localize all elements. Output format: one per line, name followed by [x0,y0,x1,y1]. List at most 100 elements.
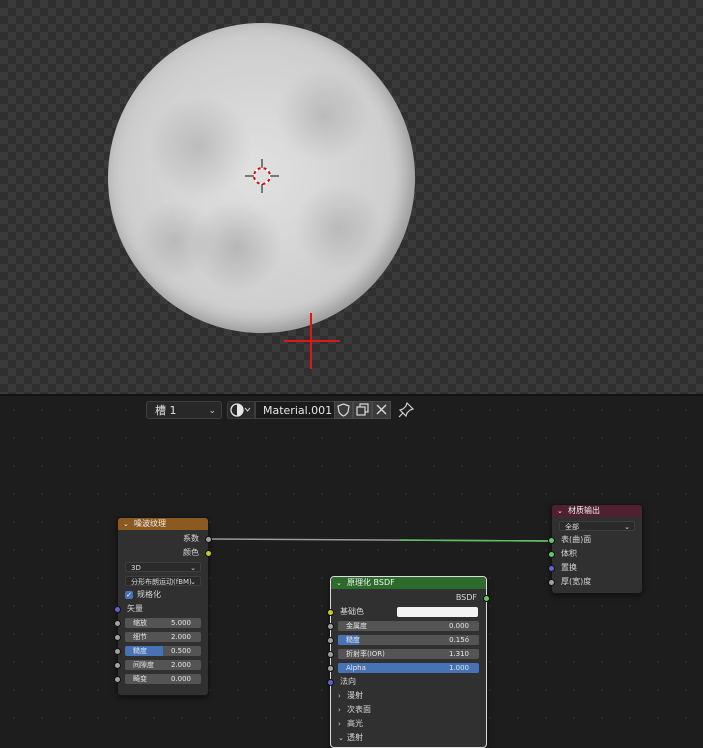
output-socket[interactable] [483,595,490,602]
subpanel-label: 高光 [347,719,363,728]
distortion-field[interactable]: 畸变 0.000 [125,674,201,684]
dropdown-value: 3D [131,564,141,572]
field-label: 细节 [133,633,147,641]
node-header[interactable]: ⌄ 噪波纹理 [118,518,208,530]
field-value: 1.310 [448,650,469,658]
material-browse-button[interactable] [227,401,255,419]
input-socket[interactable] [327,665,334,672]
socket-label: 系数 [183,534,199,543]
dimension-row: 3D ⌄ [118,560,208,574]
input-displacement: 置换 [548,561,642,575]
socket-label: 矢量 [127,604,143,613]
noise-type-dropdown[interactable]: 分形布朗运动(fBM) ⌄ [125,576,201,586]
input-socket[interactable] [114,634,121,641]
field-label: 折射率(IOR) [346,650,385,658]
roughness-field[interactable]: 糙度 0.15ó [338,635,479,645]
socket-label: BSDF [455,593,477,602]
subpanel-transmission[interactable]: ⌄ 透射 [331,731,486,745]
normalize-row[interactable]: ✓ 规格化 [118,588,208,602]
pin-button[interactable] [397,401,415,419]
input-roughness: 糙度 0.15ó [327,633,486,647]
output-bsdf: BSDF [331,591,490,605]
socket-label: 基础色 [340,607,364,616]
input-socket[interactable] [327,609,334,616]
field-value: 0.000 [170,675,191,683]
field-value: 2.000 [170,633,191,641]
subpanel-diffuse[interactable]: › 漫射 [331,689,486,703]
normalize-checkbox[interactable]: ✓ [125,591,133,599]
socket-label: 置换 [561,563,577,572]
chevron-down-icon: ⌄ [190,564,196,572]
unlink-material-button[interactable] [372,401,391,419]
input-socket[interactable] [114,648,121,655]
subpanel-subsurface[interactable]: › 次表面 [331,703,486,717]
base-color-swatch[interactable] [397,607,478,617]
input-base-color: 基础色 [327,605,486,619]
material-output-node[interactable]: ⌄ 材质输出 全部 ⌄ 表(曲)面 体积 置换 厚(宽)度 [548,504,643,594]
subpanel-specular[interactable]: › 高光 [331,717,486,731]
principled-bsdf-node[interactable]: ⌄ 原理化 BSDF BSDF 基础色 金属度 0.000 糙度 0.15ó 折射率… [327,576,490,748]
fake-user-button[interactable] [334,401,353,419]
input-socket[interactable] [548,537,555,544]
output-socket[interactable] [205,550,212,557]
field-value: 0.000 [448,622,469,630]
collapse-arrow-icon[interactable]: ⌄ [123,518,129,530]
shield-icon [337,403,350,417]
target-row: 全部 ⌄ [552,519,642,533]
field-label: 糙度 [133,647,147,655]
noise-type-row: 分形布朗运动(fBM) ⌄ [118,574,208,588]
input-socket[interactable] [114,676,121,683]
dropdown-value: 分形布朗运动(fBM) [131,578,192,586]
node-header[interactable]: ⌄ 材质输出 [552,505,642,517]
input-socket[interactable] [114,606,121,613]
input-socket[interactable] [327,623,334,630]
chevron-down-icon: ⌄ [208,406,216,416]
dimension-dropdown[interactable]: 3D ⌄ [125,562,201,572]
node-title: 原理化 BSDF [347,578,395,587]
roughness-field[interactable]: 糙度 0.500 [125,646,201,656]
ior-field[interactable]: 折射率(IOR) 1.310 [338,649,479,659]
input-socket[interactable] [327,651,334,658]
metallic-field[interactable]: 金属度 0.000 [338,621,479,631]
material-slot-dropdown[interactable]: 槽 1 ⌄ [146,401,222,419]
output-fac: 系数 [118,532,212,546]
alpha-field[interactable]: Alpha 1.000 [338,663,479,673]
input-socket[interactable] [327,637,334,644]
target-dropdown[interactable]: 全部 ⌄ [559,521,635,531]
duplicate-material-button[interactable] [353,401,372,419]
input-socket[interactable] [548,579,555,586]
field-value: 0.15ó [449,636,469,644]
field-label: 缩放 [133,619,147,627]
material-sphere-icon [230,403,251,417]
3d-viewport[interactable] [0,0,703,394]
collapse-arrow-icon[interactable]: ⌄ [336,577,342,589]
input-socket[interactable] [548,551,555,558]
detail-field[interactable]: 细节 2.000 [125,632,201,642]
node-title: 材质输出 [568,506,600,515]
input-ior: 折射率(IOR) 1.310 [327,647,486,661]
input-socket[interactable] [548,565,555,572]
collapse-arrow-icon[interactable]: ⌄ [557,505,563,517]
field-label: 畸变 [133,675,147,683]
socket-label: 体积 [561,549,577,558]
input-normal: 法向 [327,675,486,689]
material-name-field[interactable]: Material.001 [255,401,335,419]
lacunarity-field[interactable]: 间隙度 2.000 [125,660,201,670]
input-socket[interactable] [327,679,334,686]
node-header[interactable]: ⌄ 原理化 BSDF [331,577,486,589]
chevron-right-icon: › [338,720,341,728]
input-detail: 细节 2.000 [114,630,208,644]
slot-label: 槽 1 [155,404,177,417]
input-thickness: 厚(宽)度 [548,575,642,589]
output-socket[interactable] [205,536,212,543]
chevron-right-icon: › [338,692,341,700]
input-socket[interactable] [114,662,121,669]
duplicate-icon [356,403,369,416]
noise-texture-node[interactable]: ⌄ 噪波纹理 系数 颜色 3D ⌄ 分形布朗运动(fBM) ⌄ ✓ 规格化 矢量… [114,517,212,696]
socket-label: 法向 [340,677,356,686]
input-alpha: Alpha 1.000 [327,661,486,675]
input-socket[interactable] [114,620,121,627]
input-lacunarity: 间隙度 2.000 [114,658,208,672]
scale-field[interactable]: 缩放 5.000 [125,618,201,628]
field-value: 2.000 [170,661,191,669]
